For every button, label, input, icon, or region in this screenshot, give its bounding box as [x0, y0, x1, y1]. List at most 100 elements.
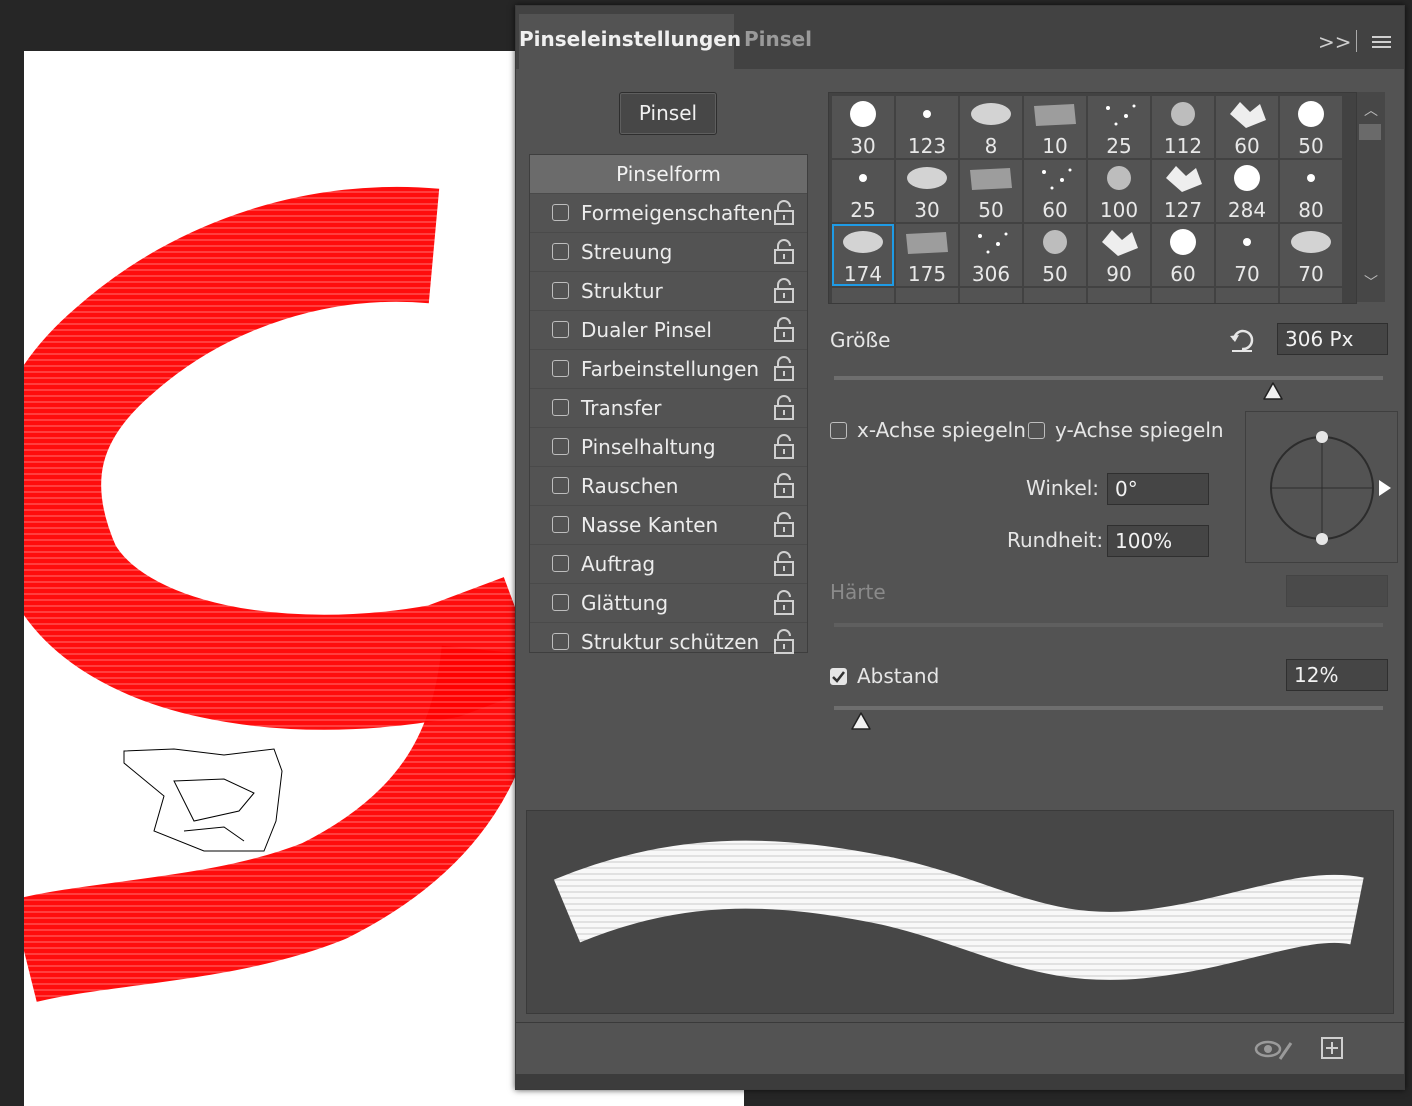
brush-tip-icon — [1042, 168, 1072, 190]
option-checkbox[interactable] — [552, 243, 569, 260]
brush-preset[interactable]: 50 — [1280, 96, 1342, 158]
lock-icon[interactable] — [773, 434, 795, 460]
option-checkbox[interactable] — [552, 516, 569, 533]
brush-preset[interactable]: 112 — [1152, 96, 1214, 158]
option-checkbox[interactable] — [552, 282, 569, 299]
size-field[interactable]: 306 Px — [1277, 323, 1388, 355]
option-row[interactable]: Pinselhaltung — [530, 427, 807, 466]
brush-preset[interactable]: 25 — [832, 160, 894, 222]
checkmark-icon — [832, 671, 845, 683]
brush-preset[interactable] — [1216, 288, 1278, 303]
brush-preset[interactable]: 60 — [1024, 160, 1086, 222]
reset-size-icon[interactable] — [1228, 326, 1256, 354]
brush-preset[interactable]: 284 — [1216, 160, 1278, 222]
brushes-button[interactable]: Pinsel — [619, 92, 717, 135]
option-checkbox[interactable] — [552, 438, 569, 455]
angle-field[interactable]: 0° — [1107, 473, 1209, 505]
lock-icon[interactable] — [773, 629, 795, 655]
chevron-up-icon[interactable]: ︿ — [1364, 100, 1378, 120]
brush-preset[interactable]: 70 — [1280, 224, 1342, 286]
option-row[interactable]: Nasse Kanten — [530, 505, 807, 544]
option-checkbox[interactable] — [552, 633, 569, 650]
brush-preset[interactable]: 306 — [960, 224, 1022, 286]
brush-preset[interactable]: 60 — [1152, 224, 1214, 286]
brush-preset[interactable] — [1280, 288, 1342, 303]
option-checkbox[interactable] — [552, 399, 569, 416]
size-slider-handle[interactable] — [1262, 381, 1284, 401]
lock-icon[interactable] — [773, 239, 795, 265]
brush-preset[interactable]: 123 — [896, 96, 958, 158]
option-checkbox[interactable] — [552, 360, 569, 377]
option-checkbox[interactable] — [552, 555, 569, 572]
option-brush-tip-shape[interactable]: Pinselform — [530, 155, 807, 193]
option-row[interactable]: Farbeinstellungen — [530, 349, 807, 388]
option-row[interactable]: Formeigenschaften — [530, 193, 807, 232]
option-row[interactable]: Struktur — [530, 271, 807, 310]
spacing-slider-handle[interactable] — [850, 711, 872, 731]
spacing-field[interactable]: 12% — [1286, 659, 1388, 691]
lock-icon[interactable] — [773, 512, 795, 538]
option-row[interactable]: Glättung — [530, 583, 807, 622]
brush-preset[interactable] — [896, 288, 958, 303]
tab-brushes[interactable]: Pinsel — [734, 14, 822, 69]
flip-x-checkbox[interactable] — [830, 422, 847, 439]
brush-preset[interactable]: 100 — [1088, 160, 1150, 222]
collapse-icon[interactable]: >> — [1318, 30, 1352, 54]
option-row[interactable]: Struktur schützen — [530, 622, 807, 661]
toggle-preview-icon[interactable] — [1254, 1037, 1294, 1061]
option-row[interactable]: Dualer Pinsel — [530, 310, 807, 349]
lock-icon[interactable] — [773, 356, 795, 382]
option-checkbox[interactable] — [552, 594, 569, 611]
brush-preset[interactable]: 80 — [1280, 160, 1342, 222]
spacing-slider[interactable] — [834, 706, 1383, 710]
brush-preset[interactable]: 25 — [1088, 96, 1150, 158]
chevron-down-icon[interactable]: ﹀ — [1364, 272, 1378, 292]
brush-preset[interactable]: 70 — [1216, 224, 1278, 286]
brush-preset[interactable] — [832, 288, 894, 303]
tab-brush-settings[interactable]: Pinseleinstellungen — [519, 14, 741, 69]
brush-preset[interactable]: 127 — [1152, 160, 1214, 222]
brush-preset[interactable] — [1152, 288, 1214, 303]
panel-menu-icon[interactable] — [1372, 36, 1391, 51]
preset-scrollbar[interactable]: ︿ ﹀ — [1357, 92, 1385, 302]
option-row[interactable]: Auftrag — [530, 544, 807, 583]
option-row[interactable]: Rauschen — [530, 466, 807, 505]
flip-y-checkbox[interactable] — [1028, 422, 1045, 439]
brush-preset[interactable]: 175 — [896, 224, 958, 286]
lock-icon[interactable] — [773, 473, 795, 499]
brush-preset[interactable]: 50 — [960, 160, 1022, 222]
panel-resize-grip[interactable] — [516, 1074, 1404, 1089]
option-checkbox[interactable] — [552, 321, 569, 338]
angle-roundness-widget[interactable] — [1245, 411, 1398, 563]
brush-tip-icon — [907, 167, 947, 189]
scroll-thumb[interactable] — [1359, 124, 1381, 140]
roundness-field[interactable]: 100% — [1107, 525, 1209, 557]
brush-preset-size: 60 — [1234, 134, 1260, 158]
option-row[interactable]: Streuung — [530, 232, 807, 271]
lock-icon[interactable] — [773, 551, 795, 577]
brush-preset[interactable] — [1024, 288, 1086, 303]
brush-preset[interactable]: 8 — [960, 96, 1022, 158]
brush-preset[interactable] — [1088, 288, 1150, 303]
option-checkbox[interactable] — [552, 204, 569, 221]
brush-preset[interactable]: 60 — [1216, 96, 1278, 158]
lock-icon[interactable] — [773, 200, 795, 226]
brush-preset[interactable]: 30 — [832, 96, 894, 158]
brush-tip-icon — [850, 101, 876, 127]
spacing-checkbox[interactable] — [830, 668, 847, 685]
size-slider[interactable] — [834, 376, 1383, 380]
option-row[interactable]: Transfer — [530, 388, 807, 427]
lock-icon[interactable] — [773, 278, 795, 304]
brush-preset[interactable]: 30 — [896, 160, 958, 222]
hardness-label: Härte — [830, 580, 886, 604]
lock-icon[interactable] — [773, 590, 795, 616]
option-checkbox[interactable] — [552, 477, 569, 494]
new-brush-icon[interactable] — [1320, 1036, 1344, 1060]
brush-preset[interactable]: 10 — [1024, 96, 1086, 158]
brush-preset[interactable] — [960, 288, 1022, 303]
brush-preset[interactable]: 174 — [832, 224, 894, 286]
lock-icon[interactable] — [773, 395, 795, 421]
brush-preset[interactable]: 50 — [1024, 224, 1086, 286]
lock-icon[interactable] — [773, 317, 795, 343]
brush-preset[interactable]: 90 — [1088, 224, 1150, 286]
